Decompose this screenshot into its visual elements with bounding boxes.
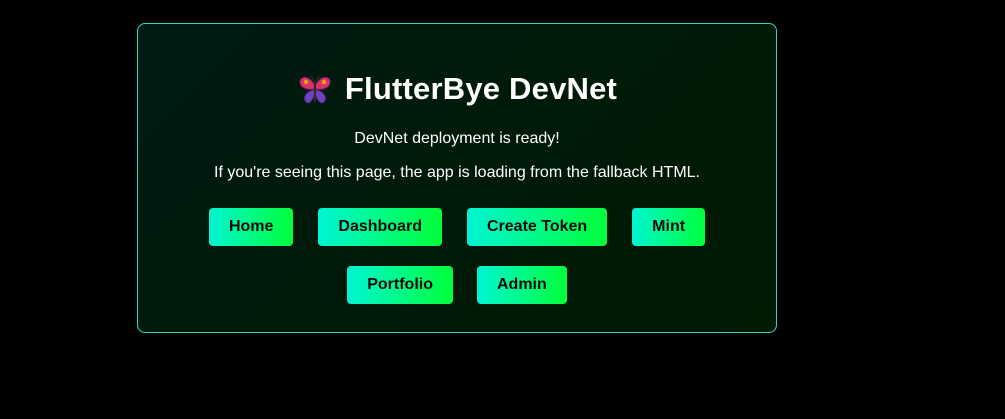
- butterfly-icon: [297, 71, 333, 107]
- create-token-button[interactable]: Create Token: [466, 208, 608, 246]
- page-title: FlutterBye DevNet: [344, 71, 618, 106]
- status-message: DevNet deployment is ready!: [354, 130, 560, 147]
- admin-button[interactable]: Admin: [476, 266, 567, 304]
- fallback-message: If you're seeing this page, the app is l…: [214, 164, 700, 181]
- welcome-card: FlutterBye DevNet DevNet deployment is r…: [137, 23, 777, 333]
- mint-button[interactable]: Mint: [632, 208, 706, 246]
- title-row: FlutterBye DevNet: [138, 69, 776, 109]
- dashboard-button[interactable]: Dashboard: [318, 208, 442, 246]
- nav-row-primary: Home Dashboard Create Token Mint: [138, 208, 776, 246]
- portfolio-button[interactable]: Portfolio: [347, 266, 453, 304]
- nav-row-secondary: Portfolio Admin: [138, 266, 776, 304]
- home-button[interactable]: Home: [208, 208, 294, 246]
